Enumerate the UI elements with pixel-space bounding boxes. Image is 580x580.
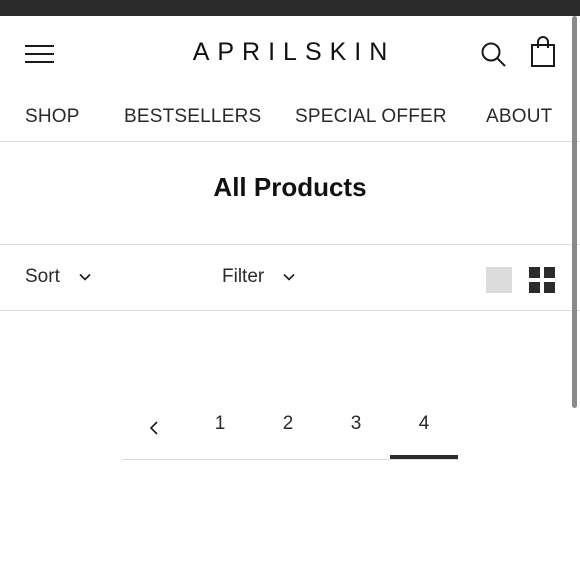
page-link-current[interactable]: 4: [390, 413, 458, 459]
pagination: 1 2 3 4: [122, 405, 458, 460]
grid-view-icon[interactable]: [529, 267, 556, 293]
sort-label: Sort: [25, 266, 60, 287]
scrollbar[interactable]: [572, 16, 577, 408]
page-link[interactable]: 1: [186, 413, 254, 459]
nav-item-bestsellers[interactable]: BESTSELLERS: [124, 106, 261, 128]
nav-item-special-offer[interactable]: SPECIAL OFFER: [295, 106, 447, 128]
chevron-left-icon[interactable]: [144, 417, 164, 439]
chevron-down-icon: [283, 273, 295, 281]
nav-item-shop[interactable]: SHOP: [25, 106, 80, 128]
shopping-bag-icon[interactable]: [529, 36, 557, 68]
page-link[interactable]: 3: [322, 413, 390, 459]
collection-toolbar: Sort Filter: [0, 244, 580, 311]
sort-button[interactable]: Sort: [25, 266, 92, 288]
page-link[interactable]: 2: [254, 413, 322, 459]
chevron-down-icon: [79, 273, 91, 281]
filter-button[interactable]: Filter: [222, 266, 296, 288]
filter-label: Filter: [222, 266, 265, 287]
site-header: APRILSKIN: [0, 16, 580, 90]
page-title: All Products: [213, 172, 367, 202]
nav-item-about[interactable]: ABOUT: [486, 106, 552, 128]
top-bar: [0, 0, 580, 16]
search-icon[interactable]: [480, 41, 508, 69]
main-navigation: SHOP BESTSELLERS SPECIAL OFFER ABOUT: [0, 96, 580, 142]
single-view-icon[interactable]: [486, 267, 512, 293]
